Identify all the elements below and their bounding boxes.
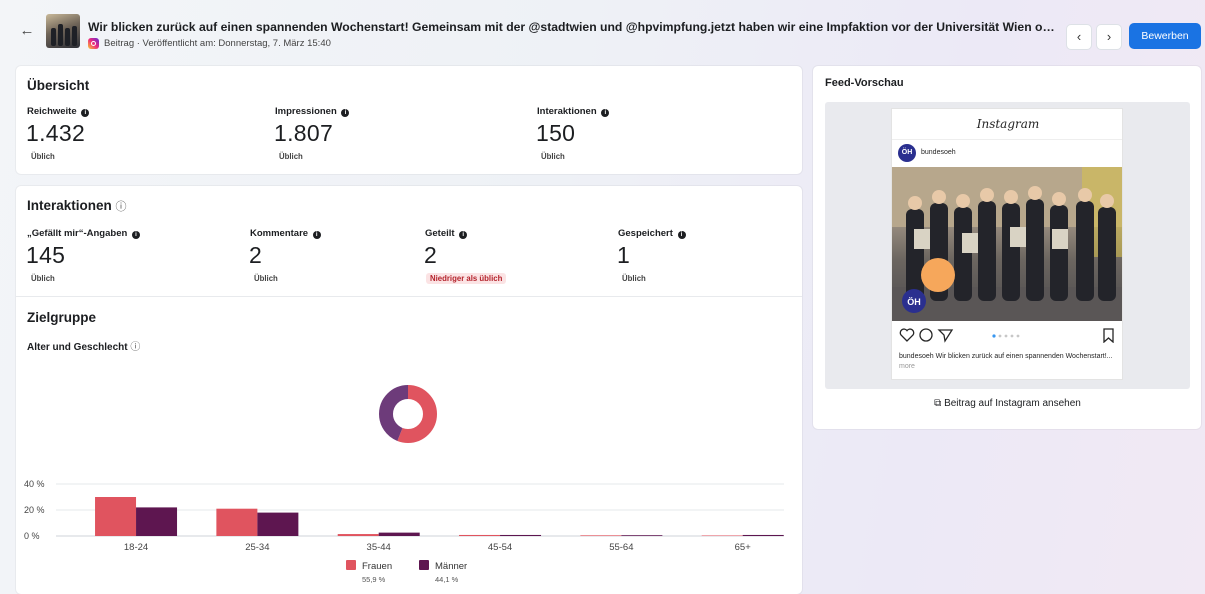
apply-button[interactable]: Bewerben [1129,23,1201,49]
shares-badge: Niedriger als üblich [426,273,507,284]
instagram-icon [88,38,99,49]
likes-label: „Gefällt mir“-Angaben i [27,228,140,239]
info-icon[interactable]: i [131,231,140,239]
info-icon[interactable]: i [341,109,350,117]
shares-label: Geteilt i [425,228,468,239]
post-title: Wir blicken zurück auf einen spannenden … [88,20,1056,34]
photo-badge-logo: ÖH [907,297,921,307]
instagram-logo: Instagram [976,117,1040,131]
post-username: bundesoeh [921,149,956,156]
shares-value: 2 [424,242,438,268]
age-gender-label: Alter und Geschlecht ⓘ [27,342,141,353]
post-header: ← Wir blicken zurück auf einen spannende… [0,0,1205,58]
view-on-instagram-link[interactable]: ⧉ Beitrag auf Instagram ansehen [825,392,1190,416]
caption-username: bundesoeh [899,353,934,360]
share-icon[interactable] [937,329,954,343]
interactions-total-value: 150 [536,120,576,146]
saves-badge: Üblich [622,274,646,283]
post-photo: ÖH [892,167,1122,321]
likes-value: 145 [26,242,66,268]
bar-männer-45-54[interactable] [500,534,542,536]
legend-swatch-männer [419,560,429,570]
info-icon[interactable]: i [81,109,90,117]
impressions-value: 1.807 [274,120,334,146]
chevron-left-icon[interactable]: ‹ [1066,24,1092,50]
overview-title: Übersicht [27,78,90,93]
legend-label-frauen: Frauen [362,561,392,572]
x-tick-label: 65+ [735,542,752,553]
saves-value: 1 [617,242,631,268]
y-tick-label: 40 % [24,479,45,489]
x-tick-label: 25-34 [245,542,269,553]
bar-frauen-25-34[interactable] [216,508,258,536]
info-icon[interactable]: i [459,231,468,239]
x-tick-label: 55-64 [609,542,633,553]
comments-label: Kommentare i [250,228,321,239]
bar-frauen-55-64[interactable] [580,535,622,536]
info-icon[interactable]: i [601,109,610,117]
age-gender-bar-chart: 0 % 20 % 40 % 18-24 25-34 35-44 45-54 55-64 65+ F… [24,479,784,584]
divider [892,139,1122,140]
post-caption: bundesoeh Wir blicken zurück auf einen s… [899,352,1119,372]
comment-icon[interactable] [919,328,933,342]
reach-value: 1.432 [26,120,86,146]
bar-frauen-65+[interactable] [701,535,743,536]
info-icon[interactable]: ⓘ [130,342,140,353]
y-tick-label: 20 % [24,505,45,515]
y-tick-label: 0 % [24,531,40,541]
post-meta: Beitrag · Veröffentlicht am: Donnerstag,… [88,38,331,49]
x-tick-label: 45-54 [488,542,512,553]
arrow-left-icon[interactable]: ← [18,22,36,40]
info-icon[interactable]: ⓘ [116,201,127,213]
bookmark-icon[interactable] [1103,328,1114,344]
x-tick-label: 35-44 [367,542,391,553]
impressions-label: Impressionen i [275,106,350,117]
comments-value: 2 [249,242,263,268]
legend-share-männer: 44,1 % [435,575,459,584]
bar-frauen-18-24[interactable] [95,497,137,536]
legend-share-frauen: 55,9 % [362,575,386,584]
post-thumbnail [46,14,80,48]
carousel-dots [992,334,1020,338]
instagram-post-preview[interactable]: Instagram ÖH bundesoeh ÖH bundesoeh Wir … [891,108,1123,380]
heart-icon[interactable] [899,328,915,342]
audience-title: Zielgruppe [27,310,97,325]
preview-title: Feed-Vorschau [825,77,904,89]
bar-männer-18-24[interactable] [136,507,178,536]
post-actions [899,327,1119,344]
overview-card [16,66,802,174]
legend-label-männer: Männer [435,561,467,572]
impressions-badge: Üblich [279,152,303,161]
info-icon[interactable]: i [677,231,686,239]
legend-swatch-frauen [346,560,356,570]
bar-frauen-45-54[interactable] [459,534,501,536]
group-photo-illustration: ÖH [892,167,1122,321]
divider [16,296,802,297]
comments-badge: Üblich [254,274,278,283]
x-tick-label: 18-24 [124,542,148,553]
bar-männer-55-64[interactable] [621,535,663,536]
bar-männer-35-44[interactable] [378,532,420,536]
caption-text: Wir blicken zurück auf einen spannenden … [935,353,1113,360]
bar-männer-25-34[interactable] [257,512,299,536]
avatar: ÖH [898,144,916,162]
saves-label: Gespeichert i [618,228,686,239]
reach-label: Reichweite i [27,106,90,117]
interactions-title: Interaktionen ⓘ [27,198,127,213]
view-on-instagram-label: Beitrag auf Instagram ansehen [944,398,1081,409]
interactions-total-label: Interaktionen i [537,106,610,117]
likes-badge: Üblich [31,274,55,283]
chevron-right-icon[interactable]: › [1096,24,1122,50]
reach-badge: Üblich [31,152,55,161]
external-link-icon: ⧉ [934,398,942,409]
caption-more-link[interactable]: more [899,363,915,370]
info-icon[interactable]: i [312,231,321,239]
post-meta-text: Beitrag · Veröffentlicht am: Donnerstag,… [104,38,331,49]
bar-frauen-35-44[interactable] [337,534,379,536]
interactions-total-badge: Üblich [541,152,565,161]
bar-männer-65+[interactable] [742,534,784,536]
gender-donut-chart [379,385,437,443]
